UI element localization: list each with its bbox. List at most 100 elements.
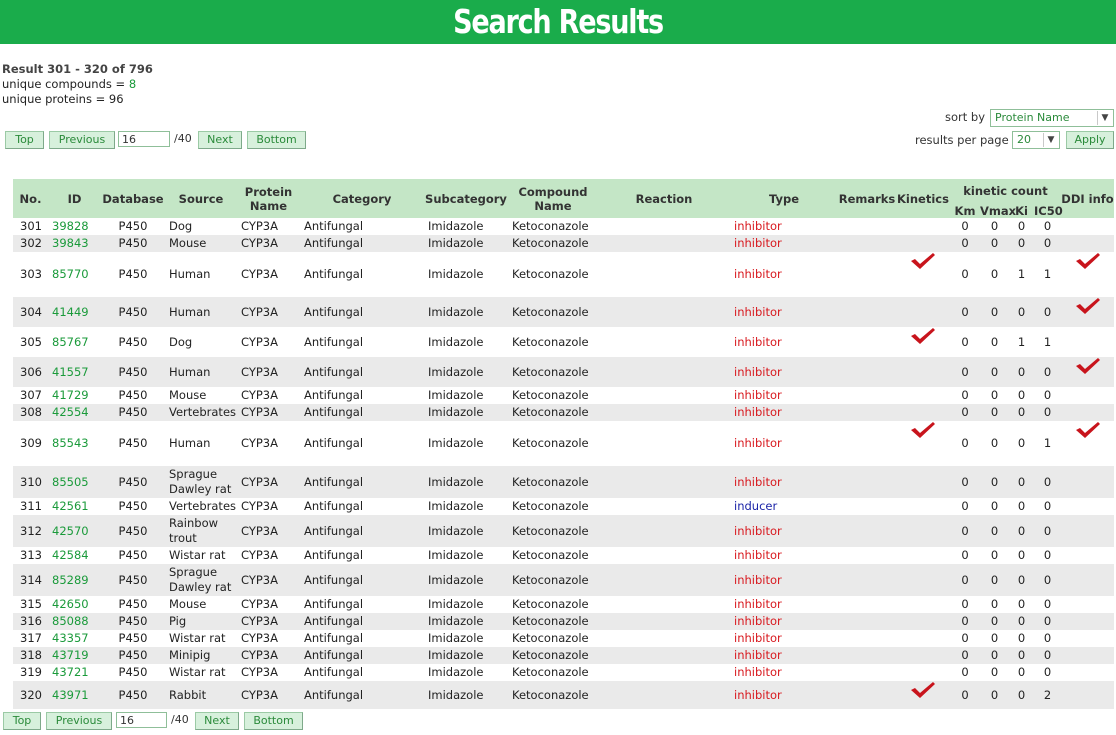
cell-source: Vertebrates: [169, 499, 237, 513]
cell-km: 0: [961, 597, 969, 611]
cell-ic50: 0: [1034, 647, 1061, 664]
cell-id-link[interactable]: 42570: [48, 515, 101, 547]
cell-ic50: 0: [1043, 499, 1052, 513]
cell-id-link[interactable]: 41729: [48, 387, 101, 404]
cell-kinetics: [896, 252, 950, 297]
cell-id-link[interactable]: 41449: [48, 297, 101, 327]
cell-compound: Ketoconazole: [512, 388, 589, 402]
cell-reaction: [598, 630, 730, 647]
top-button-bottom[interactable]: Top: [3, 712, 41, 730]
bottom-button[interactable]: Bottom: [247, 131, 306, 149]
table-row: 304 41449 P450 Human CYP3A Antifungal Imidazol…: [13, 297, 1114, 327]
cell-vmax: 0: [980, 466, 1009, 498]
cell-reaction: [598, 357, 730, 387]
cell-ki: 0: [1017, 499, 1026, 513]
cell-category: Antifungal: [300, 681, 424, 709]
cell-ddi: [1061, 647, 1114, 664]
cell-ic50: 0: [1043, 631, 1052, 645]
cell-id-link[interactable]: 39828: [48, 218, 101, 235]
cell-km: 0: [961, 499, 969, 513]
col-reaction: Reaction: [598, 179, 730, 218]
cell-source: Sprague Dawley rat: [165, 564, 237, 596]
cell-id-link[interactable]: 43721: [48, 664, 101, 681]
cell-no: 314: [13, 564, 48, 596]
cell-kinetics: [896, 421, 950, 466]
sort-select[interactable]: Protein Name ▼: [990, 109, 1114, 127]
cell-id-link[interactable]: 85767: [48, 327, 101, 357]
cell-kinetics: [896, 664, 950, 681]
cell-id-link[interactable]: 85289: [48, 564, 101, 596]
cell-reaction: [598, 235, 730, 252]
cell-database: P450: [101, 613, 165, 630]
cell-source: Sprague Dawley rat: [165, 466, 237, 498]
cell-compound: Ketoconazole: [512, 597, 589, 611]
cell-subcategory: Imidazole: [428, 665, 484, 679]
table-row: 301 39828 P450 Dog CYP3A Antifungal Imidazole K…: [13, 218, 1114, 235]
cell-compound: Ketoconazole: [512, 548, 589, 562]
cell-no: 303: [20, 267, 42, 281]
cell-source: Dog: [169, 219, 193, 233]
cell-type: inhibitor: [734, 388, 782, 402]
cell-remarks: [838, 498, 896, 515]
cell-remarks: [838, 466, 896, 498]
cell-category: Antifungal: [300, 515, 424, 547]
cell-reaction: [598, 421, 730, 466]
results-per-page-select[interactable]: 20 ▼: [1012, 131, 1060, 149]
cell-id-link[interactable]: 42584: [48, 547, 101, 564]
cell-database: P450: [118, 499, 148, 513]
red-checkmark-icon: [896, 252, 950, 270]
page-total-bottom: /40: [171, 713, 189, 726]
page-title: Search Results: [453, 2, 664, 41]
table-row: 306 41557 P450 Human CYP3A Antifungal Imidazol…: [13, 357, 1114, 387]
cell-remarks: [838, 664, 896, 681]
cell-compound: Ketoconazole: [508, 297, 598, 327]
cell-id-link[interactable]: 39843: [48, 235, 101, 252]
cell-no: 309: [20, 436, 42, 450]
cell-database: P450: [118, 334, 148, 349]
page-number-input-bottom[interactable]: 16: [116, 712, 167, 728]
apply-button[interactable]: Apply: [1066, 131, 1114, 149]
cell-type: inhibitor: [730, 515, 838, 547]
cell-id-link[interactable]: 85505: [48, 466, 101, 498]
cell-database: P450: [101, 515, 165, 547]
cell-ddi: [1061, 252, 1114, 297]
cell-subcategory: Imidazole: [424, 297, 508, 327]
page-number-input[interactable]: 16: [118, 131, 170, 147]
cell-category: Antifungal: [304, 665, 364, 679]
red-checkmark-icon: [896, 681, 950, 699]
cell-id-link[interactable]: 42561: [48, 498, 101, 515]
cell-ki: 1: [1017, 334, 1026, 349]
cell-reaction: [598, 297, 730, 327]
cell-database: P450: [118, 631, 148, 645]
cell-id-link[interactable]: 43719: [48, 647, 101, 664]
cell-source: Minipig: [165, 647, 237, 664]
chevron-down-icon: ▼: [1043, 133, 1058, 147]
cell-id-link[interactable]: 41557: [48, 357, 101, 387]
cell-id-link[interactable]: 43971: [48, 681, 101, 709]
bottom-button-bottom[interactable]: Bottom: [244, 712, 303, 730]
previous-button[interactable]: Previous: [49, 131, 115, 149]
cell-id-link[interactable]: 42650: [48, 596, 101, 613]
cell-km: 0: [950, 235, 980, 252]
cell-category: Antifungal: [300, 466, 424, 498]
previous-button-bottom[interactable]: Previous: [46, 712, 112, 730]
cell-no: 310: [13, 466, 48, 498]
cell-id-link[interactable]: 85088: [48, 613, 101, 630]
cell-id-link[interactable]: 42554: [48, 404, 101, 421]
next-button[interactable]: Next: [198, 131, 242, 149]
cell-id-link[interactable]: 85543: [48, 421, 101, 466]
top-button[interactable]: Top: [5, 131, 44, 149]
cell-id-link[interactable]: 43357: [48, 630, 101, 647]
cell-ddi: [1061, 498, 1114, 515]
cell-subcategory: Imidazole: [428, 267, 484, 281]
cell-kinetics: [896, 681, 950, 709]
cell-remarks: [838, 357, 896, 387]
next-button-bottom[interactable]: Next: [195, 712, 239, 730]
table-row: 309 85543 P450 Human CYP3A Antifungal Imidazol…: [13, 421, 1114, 466]
cell-vmax: 0: [980, 564, 1009, 596]
cell-database: P450: [118, 267, 148, 281]
cell-protein: CYP3A: [241, 334, 278, 349]
cell-ki: 0: [1009, 235, 1034, 252]
cell-id-link[interactable]: 85770: [48, 252, 101, 297]
cell-ki: 0: [1009, 681, 1034, 709]
